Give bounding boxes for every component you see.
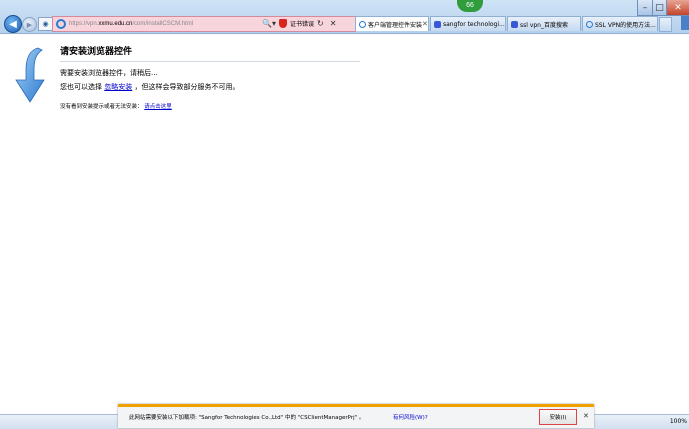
help-text: 没有看到安装提示或者无法安装： 请点击这里 xyxy=(60,102,172,110)
tab-label: SSL VPN的使用方法... xyxy=(595,21,656,29)
ignore-prefix: 您也可以选择 xyxy=(60,83,102,91)
page-title: 请安装浏览器控件 xyxy=(60,44,360,62)
url-prefix: https://vpn. xyxy=(69,21,99,27)
ie-icon xyxy=(56,19,66,29)
addon-message: 此网站需要安装以下加载项: "Sangfor Technologies Co.,… xyxy=(129,415,365,421)
download-arrow-icon xyxy=(15,47,45,103)
close-window-button[interactable]: ✕ xyxy=(666,0,689,16)
close-notification-icon[interactable]: ✕ xyxy=(583,412,589,420)
url-path: /com/installCSCM.html xyxy=(132,21,194,27)
ignore-install-link[interactable]: 忽略安装 xyxy=(104,83,132,91)
tab-label: sangfor technologi... xyxy=(443,20,505,28)
sidebar-toggle[interactable] xyxy=(681,16,689,30)
forward-button[interactable]: ▶ xyxy=(22,17,37,32)
ignore-option-text: 您也可以选择 忽略安装 ，但这样会导致部分服务不可用。 xyxy=(60,82,239,92)
ignore-suffix: ，但这样会导致部分服务不可用。 xyxy=(134,83,240,91)
ie-tab-icon xyxy=(586,20,593,28)
tab-ssl-vpn-search[interactable]: ssl vpn_百度搜索 xyxy=(507,16,581,31)
cert-error-label[interactable]: 证书错误 xyxy=(290,19,314,28)
minimize-button[interactable]: – xyxy=(637,0,653,16)
address-url[interactable]: https://vpn.xxmu.edu.cn/com/installCSCM.… xyxy=(69,21,193,27)
address-tools: 🔍▾ 证书错误 ↻ ✕ xyxy=(262,16,336,30)
close-tab-icon[interactable]: ✕ xyxy=(422,20,428,28)
back-arrow-icon: ◀ xyxy=(9,18,17,30)
compat-view-icon[interactable]: 🔍▾ xyxy=(262,19,276,28)
page-content: 请安装浏览器控件 需要安装浏览器控件，请稍后... 您也可以选择 忽略安装 ，但… xyxy=(0,34,689,414)
click-here-link[interactable]: 请点击这里 xyxy=(144,104,172,110)
zoom-level[interactable]: 100% xyxy=(670,418,687,425)
risk-link[interactable]: 有何风险(W)? xyxy=(393,413,428,421)
addon-notification-bar: 此网站需要安装以下加载项: "Sangfor Technologies Co.,… xyxy=(118,404,594,428)
tab-sangfor[interactable]: sangfor technologi... xyxy=(430,16,506,31)
tab-install-control[interactable]: 客户端管理控件安装 ✕ xyxy=(355,16,429,31)
ie-tab-icon xyxy=(359,20,366,28)
cert-error-icon[interactable] xyxy=(278,18,287,28)
browser-titlebar: 66 – □ ✕ ◀ ▶ ◉ https://vpn.xxmu.edu.cn/c… xyxy=(0,0,689,34)
url-host: xxmu.edu.cn xyxy=(98,21,133,27)
page-menu-button[interactable]: ◉ xyxy=(38,17,53,31)
tab-label: 客户端管理控件安装 xyxy=(368,21,423,29)
baidu-paw-icon xyxy=(511,20,518,28)
maximize-button[interactable]: □ xyxy=(652,0,667,16)
install-wait-text: 需要安装浏览器控件，请稍后... xyxy=(60,69,158,77)
notification-badge: 66 xyxy=(457,0,483,12)
refresh-icon[interactable]: ↻ xyxy=(317,19,324,28)
forward-arrow-icon: ▶ xyxy=(26,20,33,29)
back-button[interactable]: ◀ xyxy=(4,15,22,33)
tab-ssl-vpn-usage[interactable]: SSL VPN的使用方法... xyxy=(582,16,658,31)
stop-icon[interactable]: ✕ xyxy=(330,19,337,28)
page-icon: ◉ xyxy=(42,20,49,28)
baidu-paw-icon xyxy=(434,20,441,28)
tab-label: ssl vpn_百度搜索 xyxy=(520,21,568,29)
help-prefix: 没有看到安装提示或者无法安装： xyxy=(60,104,143,110)
install-button[interactable]: 安装(I) xyxy=(539,409,577,425)
new-tab-button[interactable] xyxy=(659,17,672,32)
